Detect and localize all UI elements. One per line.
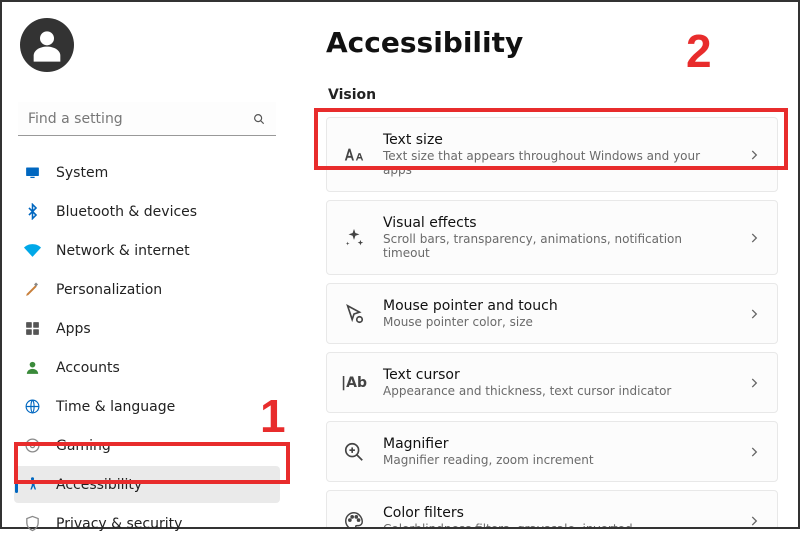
globe-icon: [24, 398, 41, 415]
sidebar-item-label: Accessibility: [56, 477, 142, 493]
system-icon: [24, 164, 41, 181]
chevron-right-icon: [747, 376, 761, 390]
avatar[interactable]: [20, 18, 74, 72]
card-title: Visual effects: [383, 215, 729, 231]
card-body: Text size Text size that appears through…: [383, 132, 729, 177]
sparkle-icon: [343, 227, 365, 249]
chevron-right-icon: [747, 231, 761, 245]
gaming-icon: [24, 437, 41, 454]
card-mouse-pointer[interactable]: Mouse pointer and touch Mouse pointer co…: [326, 283, 778, 344]
search-input[interactable]: [18, 102, 276, 136]
page-title: Accessibility: [326, 26, 778, 59]
sidebar-item-system[interactable]: System: [14, 154, 280, 191]
sidebar-item-label: Apps: [56, 321, 91, 337]
card-subtitle: Mouse pointer color, size: [383, 315, 729, 329]
sidebar-item-personalization[interactable]: Personalization: [14, 271, 280, 308]
search-icon: [252, 112, 266, 126]
sidebar-item-label: Accounts: [56, 360, 120, 376]
shield-icon: [24, 515, 41, 532]
chevron-right-icon: [747, 514, 761, 528]
main-panel: Accessibility Vision Text size Text size…: [292, 2, 798, 527]
card-body: Text cursor Appearance and thickness, te…: [383, 367, 729, 398]
card-text-cursor[interactable]: |Ab Text cursor Appearance and thickness…: [326, 352, 778, 413]
card-visual-effects[interactable]: Visual effects Scroll bars, transparency…: [326, 200, 778, 275]
card-text-size[interactable]: Text size Text size that appears through…: [326, 117, 778, 192]
sidebar-item-label: Bluetooth & devices: [56, 204, 197, 220]
text-size-icon: [343, 144, 365, 166]
sidebar: System Bluetooth & devices Network & int…: [2, 2, 292, 527]
card-subtitle: Appearance and thickness, text cursor in…: [383, 384, 729, 398]
bluetooth-icon: [24, 203, 41, 220]
wifi-icon: [24, 242, 41, 259]
sidebar-item-accessibility[interactable]: Accessibility: [14, 466, 280, 503]
sidebar-item-apps[interactable]: Apps: [14, 310, 280, 347]
card-body: Visual effects Scroll bars, transparency…: [383, 215, 729, 260]
sidebar-item-time[interactable]: Time & language: [14, 388, 280, 425]
card-body: Color filters Colorblindness filters, gr…: [383, 505, 729, 527]
magnifier-icon: [343, 441, 365, 463]
cursor-icon: [343, 303, 365, 325]
card-title: Color filters: [383, 505, 729, 521]
card-body: Mouse pointer and touch Mouse pointer co…: [383, 298, 729, 329]
sidebar-item-gaming[interactable]: Gaming: [14, 427, 280, 464]
card-title: Magnifier: [383, 436, 729, 452]
card-subtitle: Colorblindness filters, grayscale, inver…: [383, 522, 729, 527]
card-title: Text cursor: [383, 367, 729, 383]
brush-icon: [24, 281, 41, 298]
sidebar-item-label: Gaming: [56, 438, 111, 454]
accessibility-icon: [24, 476, 41, 493]
card-magnifier[interactable]: Magnifier Magnifier reading, zoom increm…: [326, 421, 778, 482]
chevron-right-icon: [747, 445, 761, 459]
card-title: Mouse pointer and touch: [383, 298, 729, 314]
sidebar-item-label: Personalization: [56, 282, 162, 298]
chevron-right-icon: [747, 307, 761, 321]
text-cursor-icon: |Ab: [343, 372, 365, 394]
sidebar-item-label: System: [56, 165, 108, 181]
sidebar-item-label: Privacy & security: [56, 516, 182, 532]
card-body: Magnifier Magnifier reading, zoom increm…: [383, 436, 729, 467]
person-icon: [24, 359, 41, 376]
sidebar-nav: System Bluetooth & devices Network & int…: [14, 154, 280, 542]
sidebar-item-accounts[interactable]: Accounts: [14, 349, 280, 386]
palette-icon: [343, 510, 365, 528]
chevron-right-icon: [747, 148, 761, 162]
apps-icon: [24, 320, 41, 337]
sidebar-item-label: Network & internet: [56, 243, 190, 259]
sidebar-item-bluetooth[interactable]: Bluetooth & devices: [14, 193, 280, 230]
sidebar-item-privacy[interactable]: Privacy & security: [14, 505, 280, 542]
card-title: Text size: [383, 132, 729, 148]
card-subtitle: Text size that appears throughout Window…: [383, 149, 729, 177]
sidebar-item-network[interactable]: Network & internet: [14, 232, 280, 269]
sidebar-item-label: Time & language: [56, 399, 175, 415]
search-field-wrap: [18, 102, 276, 136]
card-color-filters[interactable]: Color filters Colorblindness filters, gr…: [326, 490, 778, 527]
card-subtitle: Magnifier reading, zoom increment: [383, 453, 729, 467]
section-title-vision: Vision: [328, 87, 778, 103]
card-subtitle: Scroll bars, transparency, animations, n…: [383, 232, 729, 260]
